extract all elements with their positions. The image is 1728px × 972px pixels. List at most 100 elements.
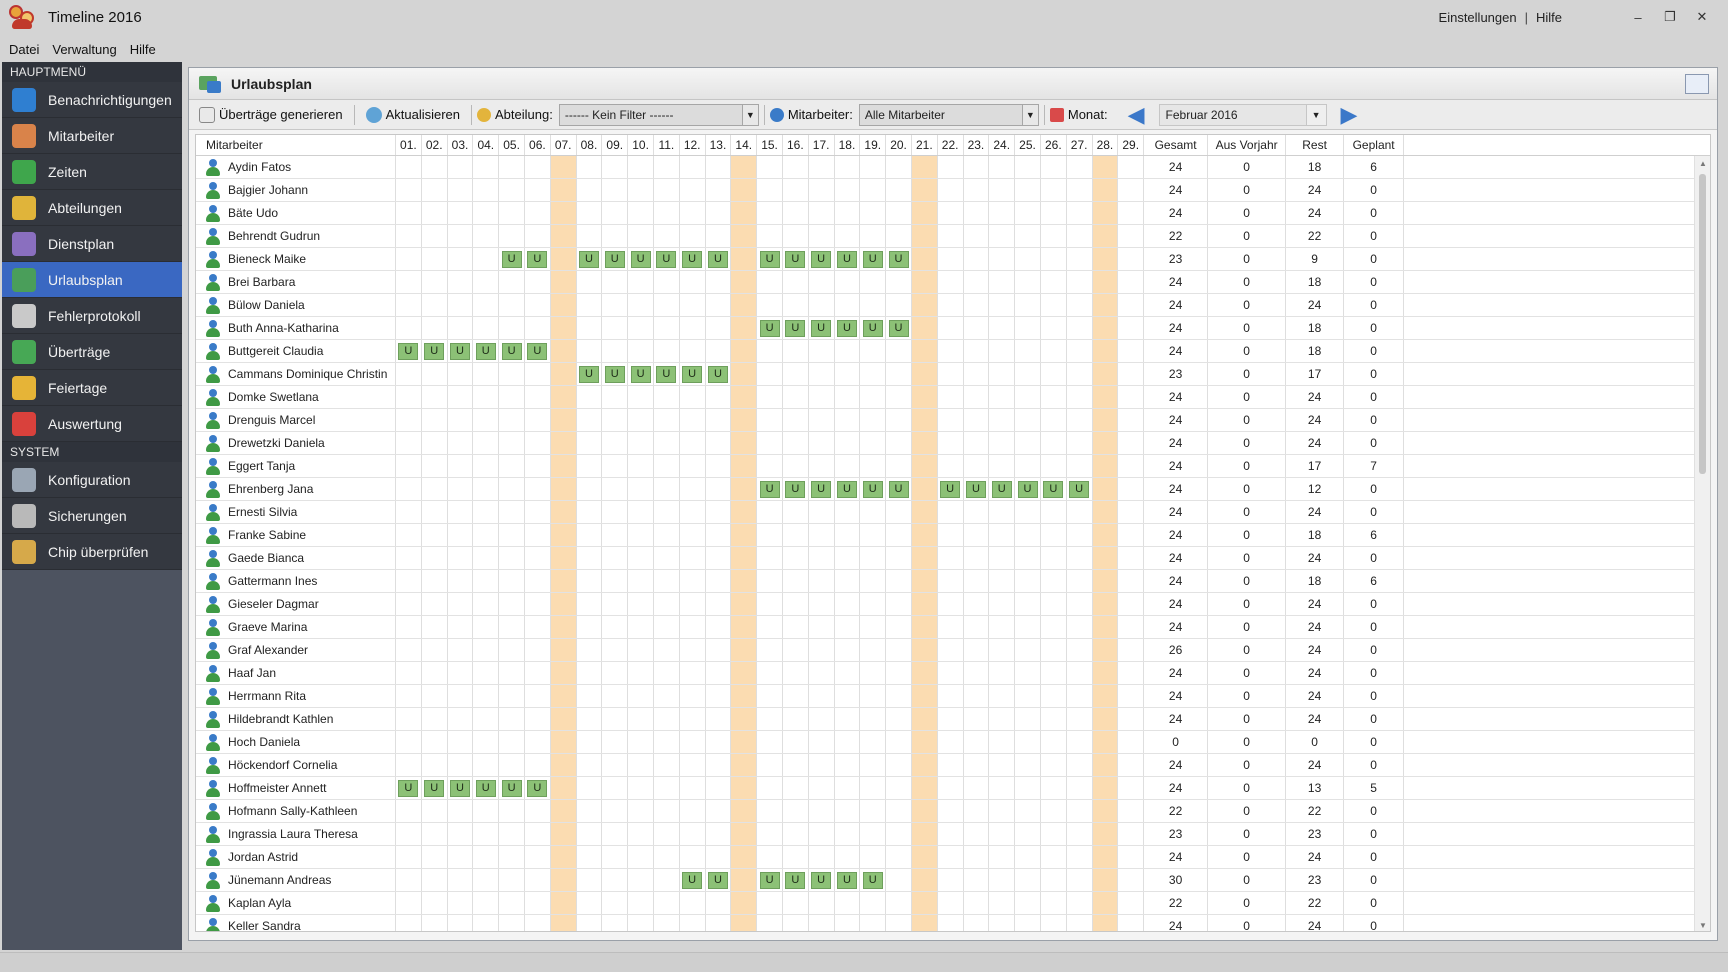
day-cell[interactable]	[809, 639, 835, 661]
day-cell[interactable]	[911, 846, 938, 868]
day-cell[interactable]	[860, 915, 887, 931]
day-cell[interactable]	[525, 754, 551, 776]
day-cell[interactable]	[628, 570, 654, 592]
day-cell[interactable]	[989, 869, 1016, 891]
day-cell[interactable]	[602, 800, 629, 822]
day-cell[interactable]	[473, 432, 500, 454]
day-cell[interactable]	[525, 685, 551, 707]
day-cell[interactable]	[809, 846, 835, 868]
day-cell[interactable]	[473, 731, 500, 753]
day-cell[interactable]	[525, 616, 551, 638]
day-cell[interactable]	[680, 547, 706, 569]
day-cell[interactable]	[602, 547, 629, 569]
day-cell[interactable]	[989, 570, 1016, 592]
employee-name-cell[interactable]: Jordan Astrid	[196, 846, 396, 868]
day-cell[interactable]	[706, 156, 732, 178]
day-cell[interactable]	[1067, 248, 1093, 270]
day-cell[interactable]	[886, 869, 912, 891]
day-cell[interactable]	[1092, 317, 1119, 339]
day-cell[interactable]	[783, 524, 809, 546]
day-cell[interactable]	[1041, 432, 1067, 454]
day-cell[interactable]	[989, 754, 1016, 776]
day-cell[interactable]	[809, 225, 835, 247]
day-cell[interactable]	[938, 202, 964, 224]
day-cell[interactable]	[499, 202, 525, 224]
day-cell[interactable]	[835, 593, 861, 615]
day-cell[interactable]	[706, 570, 732, 592]
day-cell[interactable]	[577, 294, 603, 316]
day-cell[interactable]	[628, 501, 654, 523]
day-cell[interactable]	[499, 593, 525, 615]
day-cell[interactable]	[1015, 409, 1041, 431]
day-cell[interactable]	[809, 409, 835, 431]
day-cell[interactable]	[499, 639, 525, 661]
day-cell[interactable]	[1041, 662, 1067, 684]
employee-name-cell[interactable]: Drenguis Marcel	[196, 409, 396, 431]
day-cell[interactable]: U	[499, 248, 525, 270]
day-cell[interactable]	[706, 731, 732, 753]
day-cell[interactable]	[783, 777, 809, 799]
day-cell[interactable]	[448, 271, 474, 293]
day-cell[interactable]	[654, 639, 680, 661]
day-cell[interactable]	[964, 731, 990, 753]
day-cell[interactable]	[1118, 179, 1145, 201]
table-row[interactable]: Gattermann Ines 24 0 18 6	[196, 570, 1710, 593]
day-cell[interactable]	[499, 179, 525, 201]
day-cell[interactable]	[835, 685, 861, 707]
day-cell[interactable]	[1092, 731, 1119, 753]
day-cell[interactable]	[783, 547, 809, 569]
day-cell[interactable]	[1015, 455, 1041, 477]
table-row[interactable]: Domke Swetlana 24 0 24 0	[196, 386, 1710, 409]
day-cell[interactable]	[886, 524, 912, 546]
day-cell[interactable]	[783, 800, 809, 822]
day-cell[interactable]	[396, 386, 422, 408]
day-cell[interactable]	[422, 708, 448, 730]
day-cell[interactable]	[1118, 800, 1145, 822]
restore-icon[interactable]: ❐	[1654, 9, 1686, 25]
day-cell[interactable]	[396, 639, 422, 661]
day-cell[interactable]: U	[860, 478, 887, 500]
day-cell[interactable]	[1041, 777, 1067, 799]
day-cell[interactable]	[422, 869, 448, 891]
table-row[interactable]: Jordan Astrid 24 0 24 0	[196, 846, 1710, 869]
day-cell[interactable]	[989, 248, 1016, 270]
day-cell[interactable]	[396, 248, 422, 270]
day-cell[interactable]	[783, 179, 809, 201]
day-cell[interactable]	[577, 156, 603, 178]
employee-name-cell[interactable]: Gieseler Dagmar	[196, 593, 396, 615]
day-cell[interactable]	[499, 271, 525, 293]
day-cell[interactable]	[473, 294, 500, 316]
next-month-icon[interactable]: ▶	[1341, 103, 1358, 126]
day-cell[interactable]	[809, 202, 835, 224]
day-cell[interactable]	[680, 524, 706, 546]
day-cell[interactable]	[448, 846, 474, 868]
day-cell[interactable]	[473, 271, 500, 293]
day-cell[interactable]: U	[499, 777, 525, 799]
day-cell[interactable]	[1041, 225, 1067, 247]
day-cell[interactable]: U	[1067, 478, 1093, 500]
day-cell[interactable]	[964, 271, 990, 293]
day-cell[interactable]	[809, 271, 835, 293]
day-cell[interactable]: U	[860, 317, 887, 339]
day-cell[interactable]	[989, 340, 1016, 362]
day-cell[interactable]	[989, 271, 1016, 293]
day-cell[interactable]	[1092, 915, 1119, 931]
day-cell[interactable]	[448, 685, 474, 707]
day-cell[interactable]	[1015, 202, 1041, 224]
day-cell[interactable]	[886, 271, 912, 293]
day-cell[interactable]	[654, 800, 680, 822]
day-cell[interactable]: U	[809, 248, 835, 270]
day-cell[interactable]	[706, 294, 732, 316]
day-cell[interactable]	[860, 225, 887, 247]
day-cell[interactable]	[654, 179, 680, 201]
day-cell[interactable]	[1041, 731, 1067, 753]
day-cell[interactable]	[860, 294, 887, 316]
day-cell[interactable]	[1041, 823, 1067, 845]
day-cell[interactable]	[1118, 317, 1145, 339]
day-cell[interactable]	[809, 892, 835, 914]
day-cell[interactable]	[525, 294, 551, 316]
day-cell[interactable]	[602, 777, 629, 799]
day-cell[interactable]	[396, 593, 422, 615]
day-cell[interactable]	[1067, 179, 1093, 201]
day-cell[interactable]	[628, 593, 654, 615]
